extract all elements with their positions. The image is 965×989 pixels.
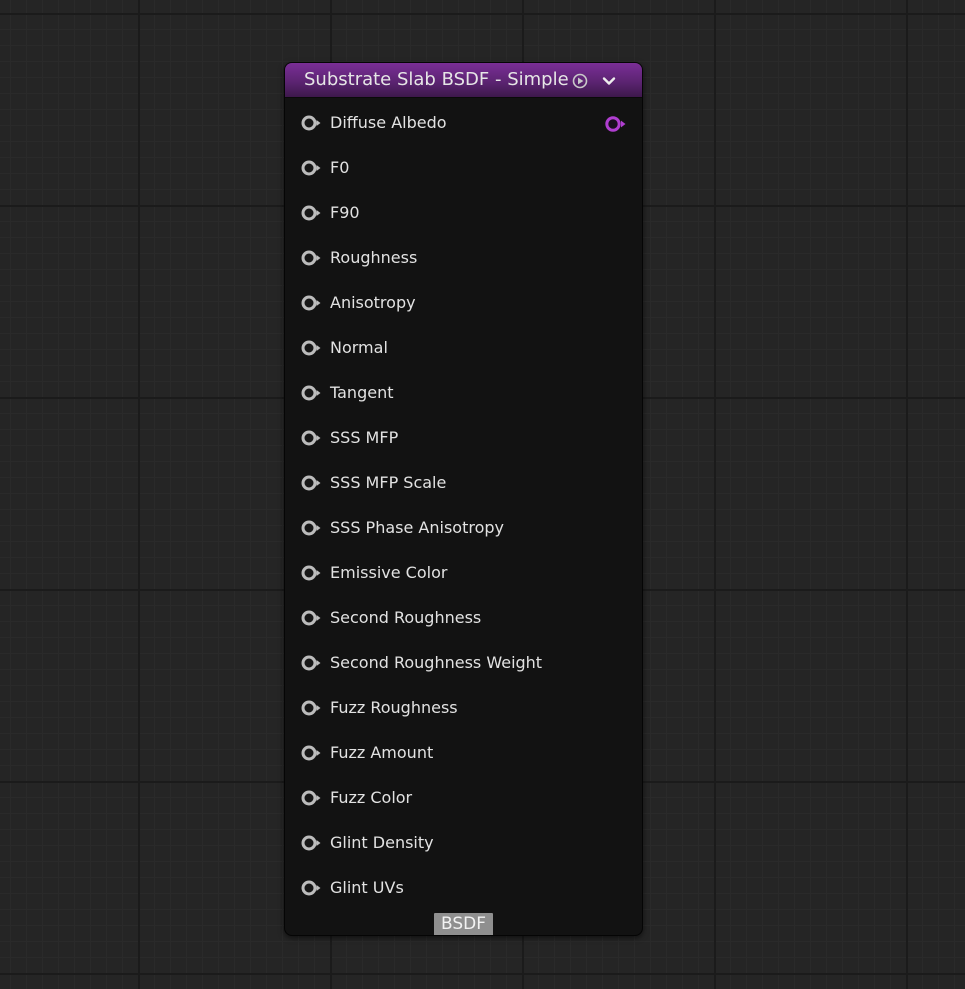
input-pin-icon[interactable] <box>300 564 322 582</box>
substrate-slab-bsdf-node[interactable]: Substrate Slab BSDF - Simple Diffuse Alb… <box>284 62 643 936</box>
input-pin-label: SSS MFP Scale <box>330 473 447 492</box>
input-pin-label: Glint UVs <box>330 878 404 897</box>
input-pin-icon[interactable] <box>300 879 322 897</box>
input-pin-label: Fuzz Amount <box>330 743 434 762</box>
input-pin-icon[interactable] <box>300 789 322 807</box>
input-pin-row-fuzz-color[interactable]: Fuzz Color <box>285 776 642 821</box>
input-pin-icon[interactable] <box>300 339 322 357</box>
input-pin-row-fuzz-amount[interactable]: Fuzz Amount <box>285 731 642 776</box>
input-pin-row-tangent[interactable]: Tangent <box>285 371 642 416</box>
input-pin-row-sss-mfp[interactable]: SSS MFP <box>285 416 642 461</box>
output-pin-icon[interactable] <box>603 114 627 134</box>
input-pin-row-sss-mfp-scale[interactable]: SSS MFP Scale <box>285 461 642 506</box>
input-pin-icon[interactable] <box>300 744 322 762</box>
node-title: Substrate Slab BSDF - Simple <box>304 69 569 90</box>
input-pin-icon[interactable] <box>300 699 322 717</box>
input-pin-icon[interactable] <box>300 429 322 447</box>
input-pin-row-second-roughness-weight[interactable]: Second Roughness Weight <box>285 641 642 686</box>
input-pin-row-f90[interactable]: F90 <box>285 191 642 236</box>
input-pin-label: F90 <box>330 203 360 222</box>
input-pin-label: Fuzz Color <box>330 788 413 807</box>
input-pin-label: Anisotropy <box>330 293 416 312</box>
input-pin-label: F0 <box>330 158 350 177</box>
input-pin-label: Second Roughness Weight <box>330 653 543 672</box>
input-pin-icon[interactable] <box>300 834 322 852</box>
input-pin-label: Fuzz Roughness <box>330 698 458 717</box>
output-label-bsdf: BSDF <box>434 913 493 935</box>
input-pin-icon[interactable] <box>300 654 322 672</box>
input-pin-label: Roughness <box>330 248 418 267</box>
input-pin-row-glint-uvs[interactable]: Glint UVs <box>285 866 642 911</box>
input-pin-label: Emissive Color <box>330 563 448 582</box>
chevron-down-icon[interactable] <box>602 74 616 88</box>
node-header[interactable]: Substrate Slab BSDF - Simple <box>285 63 642 98</box>
input-pin-row-second-roughness[interactable]: Second Roughness <box>285 596 642 641</box>
input-pin-row-f0[interactable]: F0 <box>285 146 642 191</box>
input-pin-row-diffuse-albedo[interactable]: Diffuse Albedo <box>285 101 642 146</box>
input-pin-row-emissive-color[interactable]: Emissive Color <box>285 551 642 596</box>
input-pin-row-sss-phase-anisotropy[interactable]: SSS Phase Anisotropy <box>285 506 642 551</box>
input-pin-row-fuzz-roughness[interactable]: Fuzz Roughness <box>285 686 642 731</box>
input-pin-label: Second Roughness <box>330 608 482 627</box>
input-pin-icon[interactable] <box>300 519 322 537</box>
input-pin-icon[interactable] <box>300 609 322 627</box>
input-pin-row-normal[interactable]: Normal <box>285 326 642 371</box>
input-pin-icon[interactable] <box>300 204 322 222</box>
input-pin-label: SSS MFP <box>330 428 399 447</box>
input-pin-label: Normal <box>330 338 388 357</box>
input-pin-icon[interactable] <box>300 159 322 177</box>
input-pin-icon[interactable] <box>300 384 322 402</box>
preview-play-icon[interactable] <box>572 73 588 89</box>
input-pin-list: Diffuse Albedo F0 F90 Roughness Anisotropy No… <box>285 101 642 911</box>
input-pin-icon[interactable] <box>300 249 322 267</box>
material-graph-canvas[interactable]: Substrate Slab BSDF - Simple Diffuse Alb… <box>0 0 965 989</box>
input-pin-icon[interactable] <box>300 294 322 312</box>
input-pin-label: Diffuse Albedo <box>330 113 447 132</box>
input-pin-row-anisotropy[interactable]: Anisotropy <box>285 281 642 326</box>
input-pin-icon[interactable] <box>300 114 322 132</box>
input-pin-label: SSS Phase Anisotropy <box>330 518 504 537</box>
input-pin-icon[interactable] <box>300 474 322 492</box>
input-pin-label: Tangent <box>330 383 394 402</box>
input-pin-label: Glint Density <box>330 833 434 852</box>
input-pin-row-roughness[interactable]: Roughness <box>285 236 642 281</box>
input-pin-row-glint-density[interactable]: Glint Density <box>285 821 642 866</box>
